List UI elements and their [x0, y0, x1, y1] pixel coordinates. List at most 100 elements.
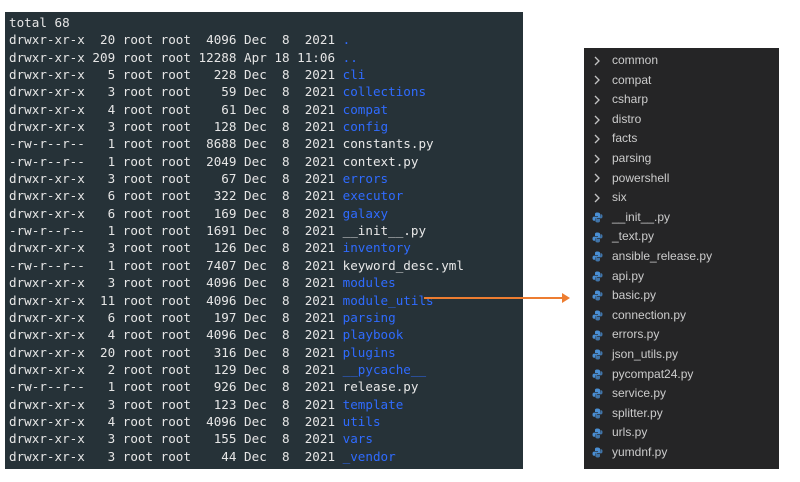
listing-metadata: drwxr-xr-x 4 root root 4096 Dec 8 2021 — [9, 327, 343, 343]
tree-file-item[interactable]: json_utils.py — [584, 345, 779, 365]
listing-metadata: drwxr-xr-x 6 root root 169 Dec 8 2021 — [9, 205, 343, 221]
tree-file-item[interactable]: splitter.py — [584, 404, 779, 424]
tree-file-item[interactable]: yumdnf.py — [584, 443, 779, 463]
folder-label: powershell — [612, 170, 670, 185]
folder-label: six — [612, 190, 627, 205]
folder-label: distro — [612, 111, 642, 126]
directory-name: inventory — [342, 240, 411, 256]
file-name: context.py — [342, 153, 419, 169]
tree-folder-item[interactable]: parsing — [584, 149, 779, 169]
terminal-output: total 68 drwxr-xr-x 20 root root 4096 Dec… — [9, 14, 464, 465]
tree-file-item[interactable]: pycompat24.py — [584, 365, 779, 385]
terminal-listing-row: drwxr-xr-x 3 root root 128 Dec 8 2021 co… — [9, 118, 464, 135]
tree-file-item[interactable]: urls.py — [584, 423, 779, 443]
tree-file-item[interactable]: _text.py — [584, 227, 779, 247]
file-label: service.py — [612, 386, 667, 401]
file-label: basic.py — [612, 288, 657, 303]
listing-metadata: drwxr-xr-x 3 root root 59 Dec 8 2021 — [9, 84, 343, 100]
terminal-listing-row: drwxr-xr-x 6 root root 322 Dec 8 2021 ex… — [9, 187, 464, 204]
terminal-listing-row: -rw-r--r-- 1 root root 8688 Dec 8 2021 c… — [9, 135, 464, 152]
directory-name: . — [342, 32, 351, 48]
terminal-listing-row: -rw-r--r-- 1 root root 2049 Dec 8 2021 c… — [9, 153, 464, 170]
folder-label: parsing — [612, 150, 652, 165]
directory-name: utils — [342, 413, 381, 429]
terminal-listing-row: drwxr-xr-x 5 root root 228 Dec 8 2021 cl… — [9, 66, 464, 83]
listing-metadata: drwxr-xr-x 3 root root 128 Dec 8 2021 — [9, 119, 343, 135]
listing-metadata: drwxr-xr-x 5 root root 228 Dec 8 2021 — [9, 67, 343, 83]
tree-file-item[interactable]: __init__.py — [584, 208, 779, 228]
file-label: yumdnf.py — [612, 444, 668, 459]
file-name: constants.py — [342, 136, 434, 152]
file-label: ansible_release.py — [612, 248, 713, 263]
file-label: _text.py — [612, 229, 655, 244]
file-name: __init__.py — [342, 223, 427, 239]
file-explorer-panel[interactable]: common compat csharp distro facts parsing powe… — [584, 48, 779, 469]
python-file-icon — [592, 349, 603, 360]
terminal-listing-row: drwxr-xr-x 2 root root 129 Dec 8 2021 __… — [9, 361, 464, 378]
tree-file-item[interactable]: api.py — [584, 267, 779, 287]
listing-metadata: drwxr-xr-x 3 root root 4096 Dec 8 2021 — [9, 275, 343, 291]
file-name: release.py — [342, 379, 419, 395]
terminal-listing-row: drwxr-xr-x 4 root root 4096 Dec 8 2021 u… — [9, 413, 464, 430]
chevron-right-icon — [592, 173, 602, 183]
terminal-window[interactable]: total 68 drwxr-xr-x 20 root root 4096 Dec… — [5, 12, 523, 469]
listing-metadata: drwxr-xr-x 20 root root 316 Dec 8 2021 — [9, 344, 343, 360]
chevron-right-icon — [592, 134, 602, 144]
chevron-right-icon — [592, 95, 602, 105]
python-file-icon — [592, 408, 603, 419]
listing-metadata: drwxr-xr-x 3 root root 155 Dec 8 2021 — [9, 431, 343, 447]
python-file-icon — [592, 290, 603, 301]
directory-name: executor — [342, 188, 404, 204]
directory-name: playbook — [342, 327, 404, 343]
folder-label: common — [612, 53, 659, 67]
file-label: __init__.py — [612, 209, 671, 224]
tree-file-item[interactable]: errors.py — [584, 325, 779, 345]
terminal-listing-row: drwxr-xr-x 3 root root 123 Dec 8 2021 te… — [9, 396, 464, 413]
chevron-right-icon — [592, 193, 602, 203]
listing-metadata: drwxr-xr-x 3 root root 44 Dec 8 2021 — [9, 448, 343, 464]
terminal-listing-row: drwxr-xr-x 6 root root 169 Dec 8 2021 ga… — [9, 205, 464, 222]
listing-metadata: drwxr-xr-x 4 root root 4096 Dec 8 2021 — [9, 413, 343, 429]
tree-file-item[interactable]: ansible_release.py — [584, 247, 779, 267]
directory-name: modules — [342, 275, 396, 291]
terminal-listing-row: drwxr-xr-x 3 root root 4096 Dec 8 2021 m… — [9, 274, 464, 291]
terminal-listing-row: -rw-r--r-- 1 root root 7407 Dec 8 2021 k… — [9, 257, 464, 274]
listing-metadata: drwxr-xr-x 11 root root 4096 Dec 8 2021 — [9, 292, 343, 308]
listing-metadata: drwxr-xr-x 4 root root 61 Dec 8 2021 — [9, 101, 343, 117]
tree-folder-item[interactable]: common — [584, 51, 779, 71]
terminal-listing-row: drwxr-xr-x 11 root root 4096 Dec 8 2021 … — [9, 292, 464, 309]
tree-file-item[interactable]: connection.py — [584, 306, 779, 326]
tree-file-item[interactable]: basic.py — [584, 286, 779, 306]
explorer-tree: common compat csharp distro facts parsing powe… — [584, 51, 779, 462]
chevron-right-icon — [592, 56, 602, 66]
arrow-head-icon — [562, 293, 570, 303]
tree-folder-item[interactable]: csharp — [584, 90, 779, 110]
python-file-icon — [592, 428, 603, 439]
python-file-icon — [592, 369, 603, 380]
tree-folder-item[interactable]: six — [584, 188, 779, 208]
tree-folder-item[interactable]: compat — [584, 71, 779, 91]
file-label: errors.py — [612, 327, 660, 342]
directory-name: galaxy — [342, 205, 389, 221]
directory-name: collections — [342, 84, 427, 100]
tree-folder-item[interactable]: distro — [584, 110, 779, 130]
file-label: api.py — [612, 268, 645, 283]
tree-folder-item[interactable]: facts — [584, 129, 779, 149]
directory-name: vars — [342, 431, 373, 447]
terminal-listing-row: drwxr-xr-x 6 root root 197 Dec 8 2021 pa… — [9, 309, 464, 326]
directory-name: plugins — [342, 344, 396, 360]
directory-name: cli — [342, 67, 366, 83]
chevron-right-icon — [592, 115, 602, 125]
listing-metadata: drwxr-xr-x 20 root root 4096 Dec 8 2021 — [9, 32, 343, 48]
folder-label: csharp — [612, 92, 649, 107]
tree-folder-item[interactable]: powershell — [584, 169, 779, 189]
file-name: keyword_desc.yml — [342, 257, 464, 273]
directory-name: _vendor — [342, 448, 396, 464]
tree-file-item[interactable]: service.py — [584, 384, 779, 404]
python-file-icon — [592, 447, 603, 458]
terminal-listing-row: -rw-r--r-- 1 root root 1691 Dec 8 2021 _… — [9, 222, 464, 239]
file-label: urls.py — [612, 425, 648, 440]
listing-metadata: -rw-r--r-- 1 root root 926 Dec 8 2021 — [9, 379, 343, 395]
file-label: pycompat24.py — [612, 366, 694, 381]
folder-label: compat — [612, 72, 652, 87]
